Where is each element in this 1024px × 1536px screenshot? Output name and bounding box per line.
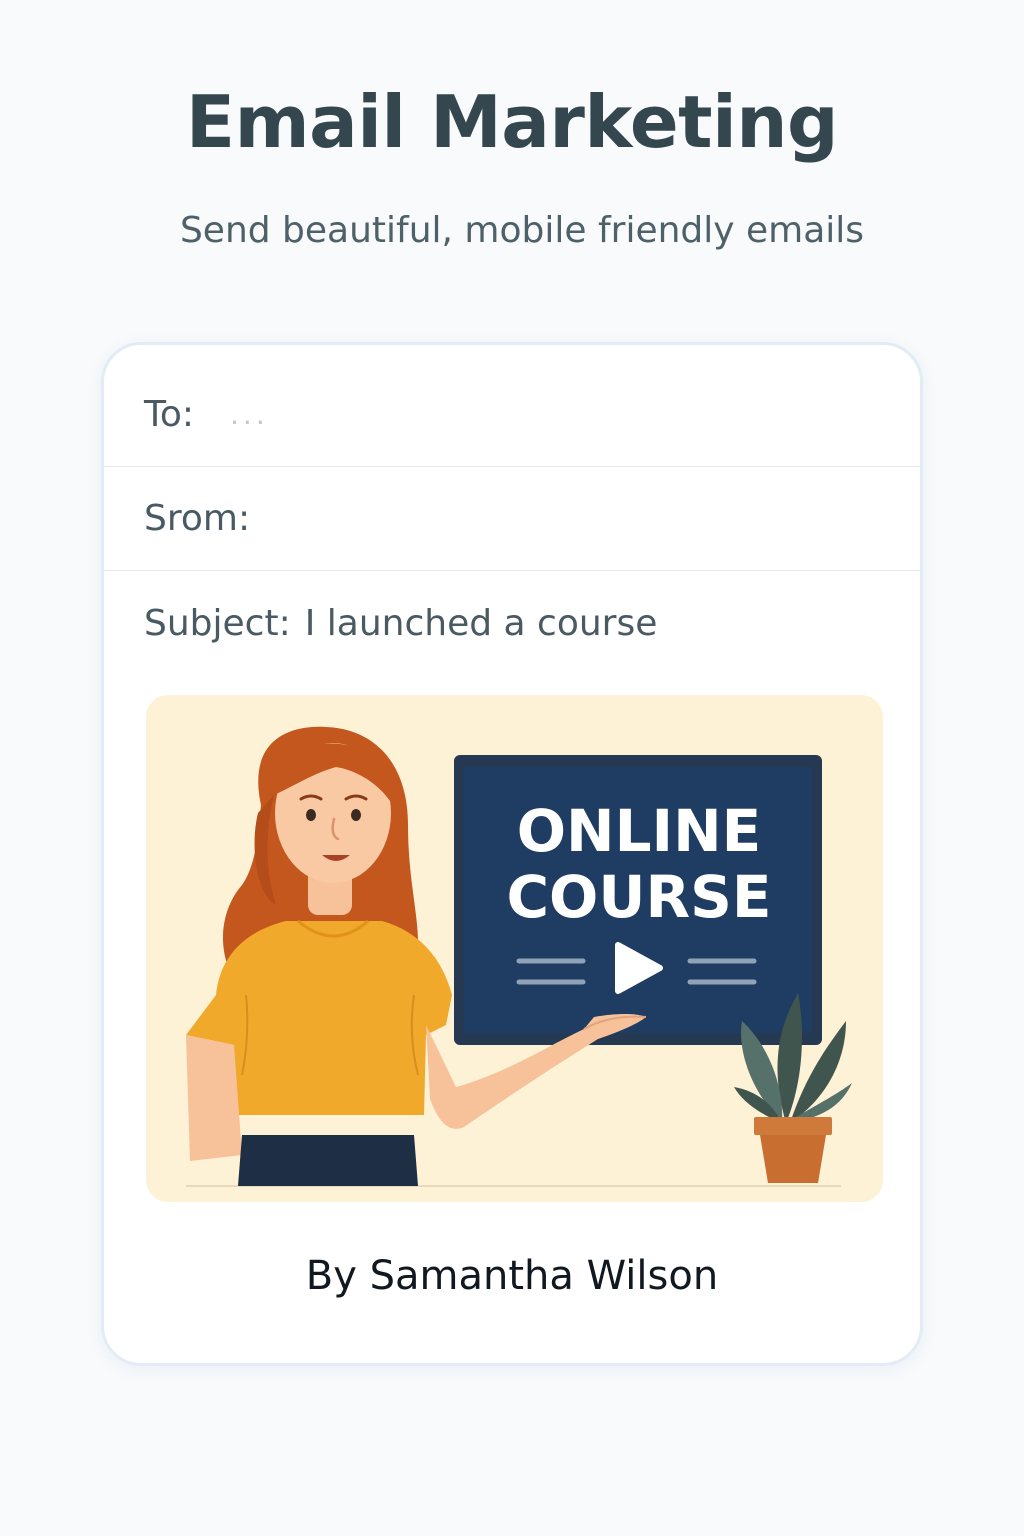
hero-image: ONLINE COURSE bbox=[146, 695, 883, 1202]
to-label: To: bbox=[144, 394, 195, 435]
hero-illustration: ONLINE COURSE bbox=[146, 695, 883, 1202]
to-field[interactable]: To: ... bbox=[104, 363, 920, 467]
course-screen: ONLINE COURSE bbox=[454, 755, 822, 1045]
subject-label: Subject: bbox=[144, 602, 291, 644]
subject-value[interactable]: I launched a course bbox=[305, 603, 658, 644]
email-card: To: ... Srom: Subject: I launched a cour… bbox=[101, 342, 923, 1366]
subject-field[interactable]: Subject: I launched a course bbox=[104, 571, 920, 675]
to-input-placeholder[interactable]: ... bbox=[230, 398, 269, 431]
screen-line-1: ONLINE bbox=[517, 797, 762, 865]
page-subtitle: Send beautiful, mobile friendly emails bbox=[179, 210, 865, 251]
from-label: Srom: bbox=[144, 498, 251, 539]
from-field[interactable]: Srom: bbox=[104, 467, 920, 571]
author-byline: By Samantha Wilson bbox=[305, 1253, 719, 1299]
page-title: Email Marketing bbox=[185, 80, 839, 164]
screen-line-2: COURSE bbox=[506, 863, 771, 931]
